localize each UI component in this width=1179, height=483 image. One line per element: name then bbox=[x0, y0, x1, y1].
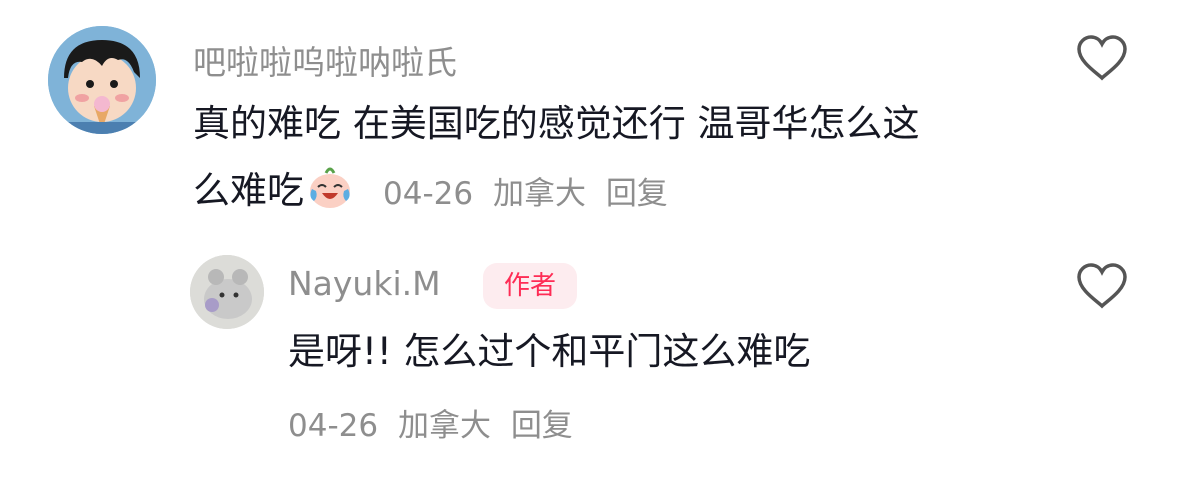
comment-location: 加拿大 bbox=[492, 176, 586, 212]
reply-like-button[interactable] bbox=[1075, 262, 1129, 314]
reply-avatar[interactable] bbox=[190, 255, 264, 329]
author-badge: 作者 bbox=[483, 263, 577, 309]
heart-outline-icon bbox=[1077, 35, 1127, 81]
reply-date: 04-26 bbox=[288, 408, 379, 444]
reply-location: 加拿大 bbox=[397, 408, 491, 444]
reply-text: 是呀!! 怎么过个和平门这么难吃 bbox=[288, 330, 811, 373]
reply-meta: 04-26 加拿大 回复 bbox=[288, 400, 583, 445]
comment-reply-button[interactable]: 回复 bbox=[606, 176, 668, 212]
laughing-crying-emoji-icon bbox=[306, 163, 354, 232]
comment-text-line1: 真的难吃 在美国吃的感觉还行 温哥华怎么这 bbox=[193, 102, 920, 145]
avatar[interactable] bbox=[48, 26, 156, 134]
reply-username[interactable]: Nayuki.M bbox=[288, 264, 441, 303]
comment-username[interactable]: 吧啦啦呜啦呐啦氏 bbox=[193, 36, 457, 84]
like-button[interactable] bbox=[1075, 34, 1129, 86]
comment-date: 04-26 bbox=[383, 176, 474, 212]
heart-outline-icon bbox=[1077, 263, 1127, 309]
comment-text-line2-text: 么难吃 bbox=[193, 169, 304, 212]
reply-reply-button[interactable]: 回复 bbox=[511, 408, 573, 444]
comment-meta: 04-26 加拿大 回复 bbox=[383, 168, 678, 213]
